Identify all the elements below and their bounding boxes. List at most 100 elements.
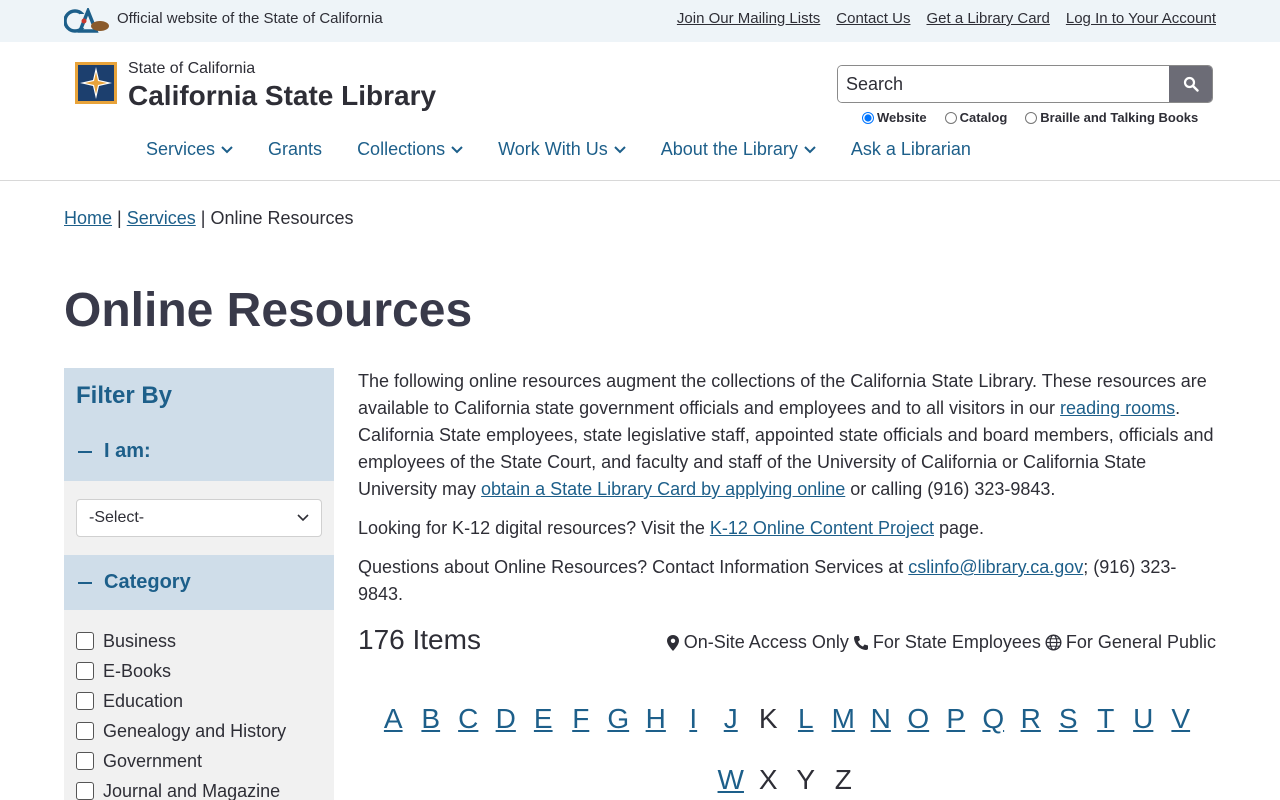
- magnifier-icon: [1183, 76, 1199, 92]
- search-input[interactable]: [838, 66, 1169, 102]
- contact-us-link[interactable]: Contact Us: [836, 10, 910, 27]
- nav-work-with-us[interactable]: Work With Us: [498, 139, 626, 160]
- letter-c[interactable]: C: [450, 703, 488, 735]
- intro-content: The following online resources augment t…: [358, 368, 1218, 620]
- letter-j[interactable]: J: [712, 703, 750, 735]
- checkbox[interactable]: [76, 782, 94, 800]
- mailing-lists-link[interactable]: Join Our Mailing Lists: [677, 10, 820, 27]
- letter-f[interactable]: F: [562, 703, 600, 735]
- letter-h[interactable]: H: [637, 703, 675, 735]
- letter-d[interactable]: D: [487, 703, 525, 735]
- scope-website-radio[interactable]: [862, 111, 874, 124]
- breadcrumb-services[interactable]: Services: [127, 208, 196, 228]
- checkbox[interactable]: [76, 662, 94, 680]
- alphabet-row: ABCDEFGHIJKLMNOPQRSTUV: [358, 688, 1216, 749]
- main-nav: Services Grants Collections Work With Us…: [146, 139, 971, 160]
- official-website-text: Official website of the State of Califor…: [117, 10, 383, 27]
- checkbox[interactable]: [76, 632, 94, 650]
- letter-o[interactable]: O: [900, 703, 938, 735]
- category-header: Category: [64, 555, 334, 610]
- letter-v[interactable]: V: [1162, 703, 1200, 735]
- category-item[interactable]: Genealogy and History: [76, 716, 286, 746]
- letter-g[interactable]: G: [600, 703, 638, 735]
- login-link[interactable]: Log In to Your Account: [1066, 10, 1216, 27]
- chevron-down-icon: [221, 145, 233, 153]
- nav-grants[interactable]: Grants: [268, 139, 322, 160]
- letter-w[interactable]: W: [712, 764, 750, 796]
- i-am-toggle[interactable]: I am:: [78, 440, 151, 463]
- nav-ask-librarian[interactable]: Ask a Librarian: [851, 139, 971, 160]
- breadcrumb: Home | Services | Online Resources: [64, 208, 354, 229]
- search-button[interactable]: [1169, 66, 1212, 102]
- category-item[interactable]: Business: [76, 626, 286, 656]
- state-label: State of California: [128, 60, 256, 77]
- letter-p[interactable]: P: [937, 703, 975, 735]
- email-link[interactable]: cslinfo@library.ca.gov: [908, 557, 1083, 577]
- phone-icon: [853, 635, 868, 650]
- letter-u[interactable]: U: [1125, 703, 1163, 735]
- questions-paragraph: Questions about Online Resources? Contac…: [358, 557, 1177, 604]
- letter-i[interactable]: I: [675, 703, 713, 735]
- k12-paragraph: Looking for K-12 digital resources? Visi…: [358, 518, 985, 538]
- letter-q[interactable]: Q: [975, 703, 1013, 735]
- checkbox[interactable]: [76, 722, 94, 740]
- chevron-down-icon: [614, 145, 626, 153]
- scope-catalog[interactable]: Catalog: [944, 110, 1007, 125]
- minus-icon: [78, 450, 92, 453]
- page-title: Online Resources: [64, 284, 473, 337]
- breadcrumb-separator: |: [200, 208, 206, 228]
- nav-about-library[interactable]: About the Library: [661, 139, 816, 160]
- letter-z: Z: [834, 763, 852, 795]
- reading-rooms-link[interactable]: reading rooms: [1060, 398, 1175, 418]
- library-seal-icon[interactable]: [75, 62, 117, 104]
- category-item[interactable]: Government: [76, 746, 286, 776]
- category-toggle[interactable]: Category: [78, 571, 191, 594]
- letter-s[interactable]: S: [1050, 703, 1088, 735]
- chevron-down-icon: [451, 145, 463, 153]
- ca-gov-logo-icon[interactable]: [64, 8, 110, 34]
- search-box: [837, 65, 1213, 103]
- letter-x: X: [758, 763, 778, 795]
- library-card-link[interactable]: Get a Library Card: [926, 10, 1049, 27]
- letter-t[interactable]: T: [1087, 703, 1125, 735]
- filter-sidebar: Filter By I am: -Select- Category Busine…: [64, 368, 334, 800]
- letter-l[interactable]: L: [787, 703, 825, 735]
- letter-m[interactable]: M: [825, 703, 863, 735]
- letter-a[interactable]: A: [375, 703, 413, 735]
- category-item[interactable]: E-Books: [76, 656, 286, 686]
- site-title[interactable]: California State Library: [128, 80, 436, 112]
- category-item[interactable]: Education: [76, 686, 286, 716]
- scope-website[interactable]: Website: [862, 110, 927, 125]
- k12-link[interactable]: K-12 Online Content Project: [710, 518, 934, 538]
- letter-r[interactable]: R: [1012, 703, 1050, 735]
- category-item[interactable]: Journal and Magazine: [76, 776, 286, 800]
- breadcrumb-separator: |: [117, 208, 122, 228]
- library-card-apply-link[interactable]: obtain a State Library Card by applying …: [481, 479, 845, 499]
- map-pin-icon: [666, 634, 679, 651]
- scope-braille-radio[interactable]: [1025, 111, 1038, 124]
- access-legend: On-Site Access Only For State Employees …: [666, 632, 1216, 653]
- nav-collections[interactable]: Collections: [357, 139, 463, 160]
- intro-paragraph: The following online resources augment t…: [358, 371, 1214, 499]
- letter-b[interactable]: B: [412, 703, 450, 735]
- letter-y: Y: [796, 763, 816, 795]
- scope-catalog-radio[interactable]: [944, 111, 957, 124]
- utility-bar: Official website of the State of Califor…: [0, 0, 1280, 42]
- nav-services[interactable]: Services: [146, 139, 233, 160]
- checkbox[interactable]: [76, 752, 94, 770]
- breadcrumb-current: Online Resources: [210, 208, 354, 228]
- checkbox[interactable]: [76, 692, 94, 710]
- filter-header: Filter By I am:: [64, 368, 334, 481]
- scope-braille[interactable]: Braille and Talking Books: [1025, 110, 1198, 125]
- letter-n[interactable]: N: [862, 703, 900, 735]
- alphabet-row: WXYZ: [358, 749, 1216, 800]
- chevron-down-icon: [297, 514, 309, 522]
- breadcrumb-home[interactable]: Home: [64, 208, 112, 228]
- audience-select[interactable]: -Select-: [76, 499, 322, 537]
- alphabet-filter: ABCDEFGHIJKLMNOPQRSTUV WXYZ: [358, 688, 1216, 800]
- legend-general-public: For General Public: [1045, 632, 1216, 653]
- item-count: 176 Items: [358, 624, 481, 655]
- legend-state-employees: For State Employees: [853, 632, 1041, 653]
- utility-links: Join Our Mailing Lists Contact Us Get a …: [677, 10, 1216, 27]
- letter-e[interactable]: E: [525, 703, 563, 735]
